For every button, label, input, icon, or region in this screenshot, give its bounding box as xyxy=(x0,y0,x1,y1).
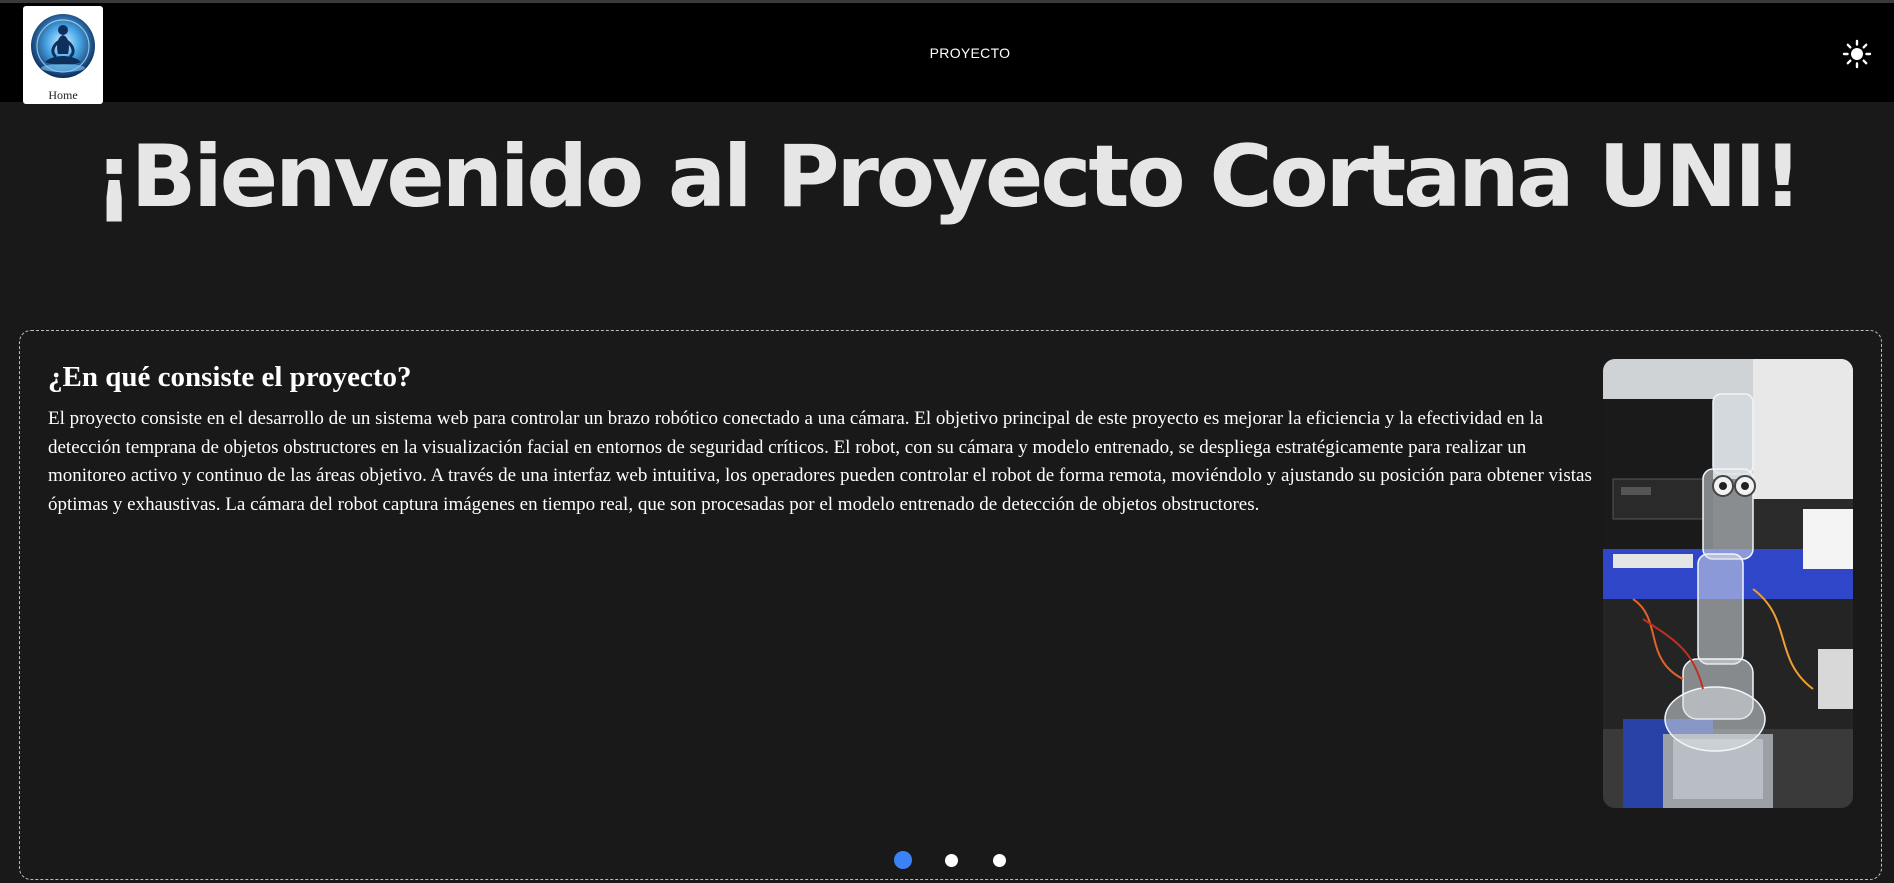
home-label: Home xyxy=(48,88,78,102)
home-link[interactable]: Home xyxy=(23,6,103,104)
sun-icon[interactable] xyxy=(1842,39,1872,69)
meditation-logo-icon xyxy=(31,14,95,78)
carousel-indicators xyxy=(20,850,1883,870)
slide-description: El proyecto consiste en el desarrollo de… xyxy=(48,408,1592,515)
robot-arm-photo xyxy=(1603,359,1853,808)
carousel-dot-2[interactable] xyxy=(945,854,958,867)
top-navbar: Home PROYECTO xyxy=(0,0,1894,104)
nav-proyecto-link[interactable]: PROYECTO xyxy=(880,45,1060,61)
page-title: ¡Bienvenido al Proyecto Cortana UNI! xyxy=(94,127,1803,227)
carousel-dot-1[interactable] xyxy=(894,851,912,869)
project-carousel: ¿En qué consiste el proyecto? El proyect… xyxy=(19,330,1882,880)
slide-title: ¿En qué consiste el proyecto? xyxy=(48,361,412,393)
carousel-dot-3[interactable] xyxy=(993,854,1006,867)
